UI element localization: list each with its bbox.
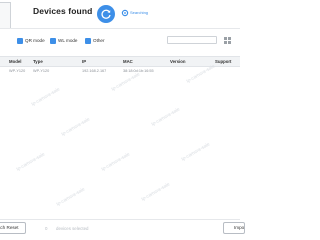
- refresh-button[interactable]: [97, 5, 115, 23]
- selected-count: 0: [45, 226, 48, 231]
- watermark: Ip-camera-sale: [100, 152, 132, 173]
- cell-ip: 192.168.2.167: [82, 69, 107, 73]
- watermark: Ip-camera-sale: [60, 117, 92, 138]
- watermark: Ip-camera-sale: [15, 152, 47, 173]
- selected-text: devices selected: [56, 226, 89, 231]
- cell-type: WP-Y120: [33, 69, 50, 73]
- watermark: Ip-camera-sale: [150, 107, 182, 128]
- column-support[interactable]: Support: [215, 59, 231, 64]
- app-logo: [0, 2, 11, 29]
- watermark: Ip-camera-sale: [110, 72, 142, 93]
- watermark: Ip-camera-sale: [140, 182, 172, 203]
- gear-icon[interactable]: [121, 9, 129, 17]
- view-toggle-icon[interactable]: [224, 37, 231, 44]
- app-window: Devices found Searching QR mode WL mode …: [0, 0, 245, 240]
- refresh-icon: [101, 9, 111, 19]
- search-input[interactable]: [167, 36, 217, 44]
- column-mac[interactable]: MAC: [123, 59, 133, 64]
- other-label: Other: [93, 38, 105, 43]
- watermark: Ip-camera-sale: [55, 187, 87, 208]
- page-title: Devices found: [33, 6, 93, 16]
- watermark: Ip-camera-sale: [30, 87, 62, 108]
- batch-reset-button[interactable]: Batch Reset: [0, 222, 26, 234]
- watermark: Ip-camera-sale: [180, 142, 212, 163]
- qr-mode-label: QR mode: [25, 38, 45, 43]
- table-header: Model Type IP MAC Version Support: [0, 56, 240, 67]
- column-ip[interactable]: IP: [82, 59, 86, 64]
- column-version[interactable]: Version: [170, 59, 186, 64]
- qr-mode-checkbox[interactable]: [17, 38, 23, 44]
- column-type[interactable]: Type: [33, 59, 43, 64]
- cell-model: WP-Y120: [9, 69, 26, 73]
- wl-mode-checkbox[interactable]: [50, 38, 56, 44]
- header-divider: [0, 28, 240, 29]
- other-checkbox[interactable]: [85, 38, 91, 44]
- column-model[interactable]: Model: [9, 59, 21, 64]
- wl-mode-label: WL mode: [58, 38, 78, 43]
- import-button[interactable]: Import: [223, 222, 245, 234]
- footer-divider: [0, 219, 240, 220]
- search-status: Searching: [130, 10, 149, 15]
